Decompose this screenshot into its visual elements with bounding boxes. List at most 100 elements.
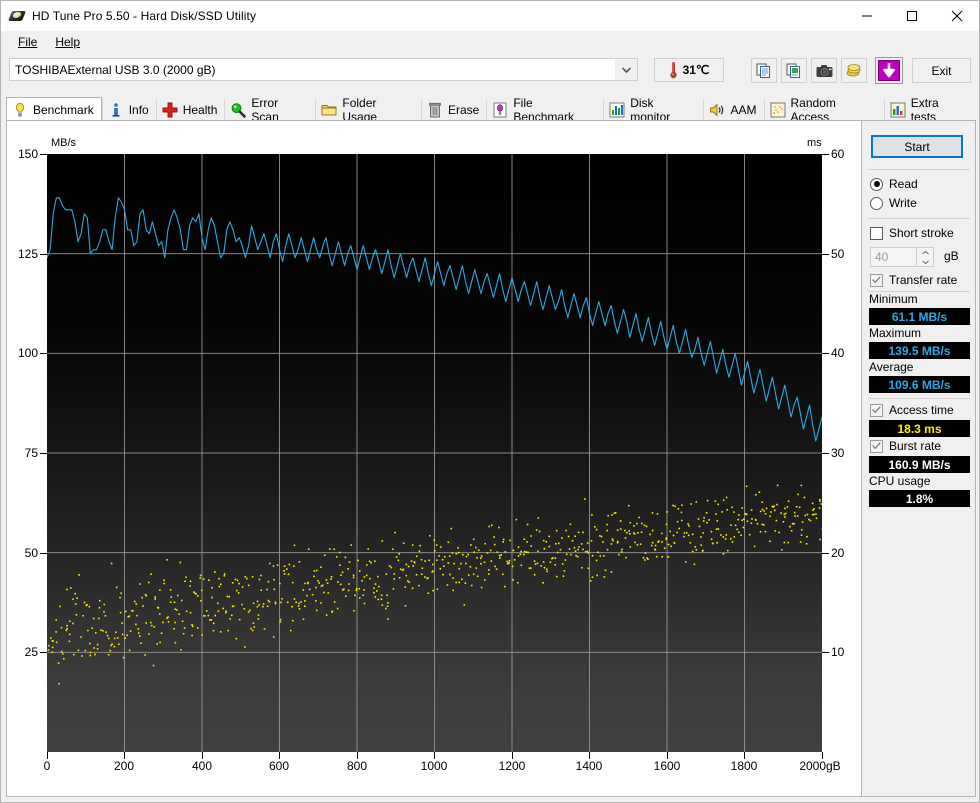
y-tick-right: 30 (831, 446, 845, 460)
short-stroke-value: 40 (875, 250, 889, 264)
x-tick: 400 (191, 759, 213, 773)
start-button[interactable]: Start (871, 135, 963, 158)
checkbox-short-stroke-box[interactable] (870, 226, 883, 240)
checkbox-transfer-rate-box[interactable] (870, 273, 883, 287)
value-cpu-usage: 1.8% (869, 490, 970, 507)
checkbox-access-time-label: Access time (889, 403, 954, 417)
tab-label: Health (182, 103, 218, 117)
tab-label: Benchmark (33, 102, 94, 117)
tab-error-scan[interactable]: Error Scan (224, 96, 316, 124)
y-tick-left: 150 (17, 147, 38, 161)
chevron-down-icon[interactable] (615, 59, 637, 80)
x-tick: 1600 (653, 759, 681, 773)
radio-write-label: Write (889, 196, 917, 210)
label-maximum: Maximum (869, 326, 922, 340)
maximize-button[interactable] (889, 1, 934, 30)
tab-label: AAM (730, 103, 757, 117)
radio-read-label: Read (889, 177, 918, 191)
bar-chart-icon (609, 102, 625, 118)
toolbar: TOSHIBAExternal USB 3.0 (2000 gB) 31℃ Ex… (1, 55, 979, 87)
window-title: HD Tune Pro 5.50 - Hard Disk/SSD Utility (32, 9, 257, 23)
plot-area (47, 154, 822, 752)
title-bar: HD Tune Pro 5.50 - Hard Disk/SSD Utility (1, 1, 979, 31)
value-average: 109.6 MB/s (869, 376, 970, 393)
tab-label: Info (128, 103, 149, 117)
download-icon[interactable] (875, 57, 903, 84)
tab-erase[interactable]: Erase (420, 99, 487, 121)
y-axis-unit-left: MB/s (51, 137, 77, 149)
menu-file[interactable]: File (9, 33, 46, 51)
label-average: Average (869, 360, 914, 374)
tab-random-access[interactable]: Random Access (763, 96, 884, 124)
value-minimum: 61.1 MB/s (869, 308, 970, 325)
speaker-icon (710, 104, 724, 116)
checkbox-transfer-rate[interactable]: Transfer rate (870, 273, 957, 287)
magnifier-icon (232, 103, 247, 118)
value-burst-rate: 160.9 MB/s (869, 456, 970, 473)
tab-label: Erase (447, 103, 480, 117)
tab-file-benchmark[interactable]: File Benchmark (486, 96, 604, 124)
temperature-display: 31℃ (654, 58, 724, 82)
radio-write[interactable]: Write (870, 196, 917, 210)
tab-extra-tests[interactable]: Extra tests (883, 96, 975, 124)
x-tick: 200 (113, 759, 135, 773)
camera-icon[interactable] (811, 58, 837, 83)
x-tick: 600 (268, 759, 290, 773)
y-tick-left: 100 (17, 346, 38, 360)
x-tick: 0 (43, 759, 51, 773)
close-button[interactable] (934, 1, 979, 30)
label-cpu-usage: CPU usage (869, 474, 931, 488)
menu-help[interactable]: Help (46, 33, 89, 51)
short-stroke-spinner[interactable] (916, 248, 933, 266)
copy-icon[interactable] (751, 58, 777, 83)
radio-write-indicator[interactable] (870, 196, 883, 210)
tab-health[interactable]: Health (155, 99, 225, 121)
x-tick: 1400 (575, 759, 603, 773)
tab-aam[interactable]: AAM (703, 99, 764, 121)
checkbox-short-stroke[interactable]: Short stroke (870, 226, 954, 240)
y-tick-right: 40 (831, 346, 845, 360)
checkbox-access-time-box[interactable] (870, 403, 883, 417)
folder-icon (321, 105, 337, 116)
tab-benchmark[interactable]: Benchmark (6, 97, 102, 121)
label-minimum: Minimum (869, 292, 918, 306)
y-tick-left: 125 (17, 247, 38, 261)
value-maximum: 139.5 MB/s (869, 342, 970, 359)
y-tick-left: 25 (24, 645, 38, 659)
x-tick: 1000 (420, 759, 448, 773)
tab-info[interactable]: Info (101, 99, 156, 121)
y-tick-left: 75 (24, 446, 38, 460)
exit-button[interactable]: Exit (912, 58, 971, 83)
content-panel: MB/s ms 150 125 100 75 50 25 60 50 40 30… (6, 120, 976, 797)
checkbox-transfer-rate-label: Transfer rate (889, 273, 958, 287)
tab-disk-monitor[interactable]: Disk monitor (603, 96, 704, 124)
app-window: HD Tune Pro 5.50 - Hard Disk/SSD Utility… (0, 0, 980, 803)
y-tick-right: 60 (831, 147, 845, 161)
y-tick-right: 10 (831, 645, 845, 659)
value-access-time: 18.3 ms (869, 420, 970, 437)
scatter-icon (770, 102, 785, 118)
plot-svg (47, 154, 822, 752)
radio-read-indicator[interactable] (870, 177, 883, 191)
device-select[interactable]: TOSHIBAExternal USB 3.0 (2000 gB) (9, 58, 638, 81)
spinner-up-icon (921, 250, 929, 254)
radio-read[interactable]: Read (870, 177, 918, 191)
y-tick-left: 50 (24, 546, 38, 560)
thermometer-icon (669, 62, 677, 79)
checkbox-access-time[interactable]: Access time (870, 403, 954, 417)
coins-icon[interactable] (841, 58, 867, 83)
x-tick: 800 (346, 759, 368, 773)
health-cross-icon (162, 102, 178, 118)
window-controls (844, 1, 979, 30)
checkbox-burst-rate-label: Burst rate (889, 439, 942, 453)
short-stroke-input[interactable]: 40 (870, 247, 934, 267)
checkbox-burst-rate[interactable]: Burst rate (870, 439, 941, 453)
tab-folder-usage[interactable]: Folder Usage (315, 96, 421, 124)
temperature-value: 31℃ (682, 63, 710, 77)
copy-image-icon[interactable] (781, 58, 807, 83)
info-icon (112, 103, 120, 117)
x-tick: 1200 (498, 759, 526, 773)
lightbulb-icon (15, 102, 25, 116)
minimize-button[interactable] (844, 1, 889, 30)
checkbox-burst-rate-box[interactable] (870, 439, 883, 453)
